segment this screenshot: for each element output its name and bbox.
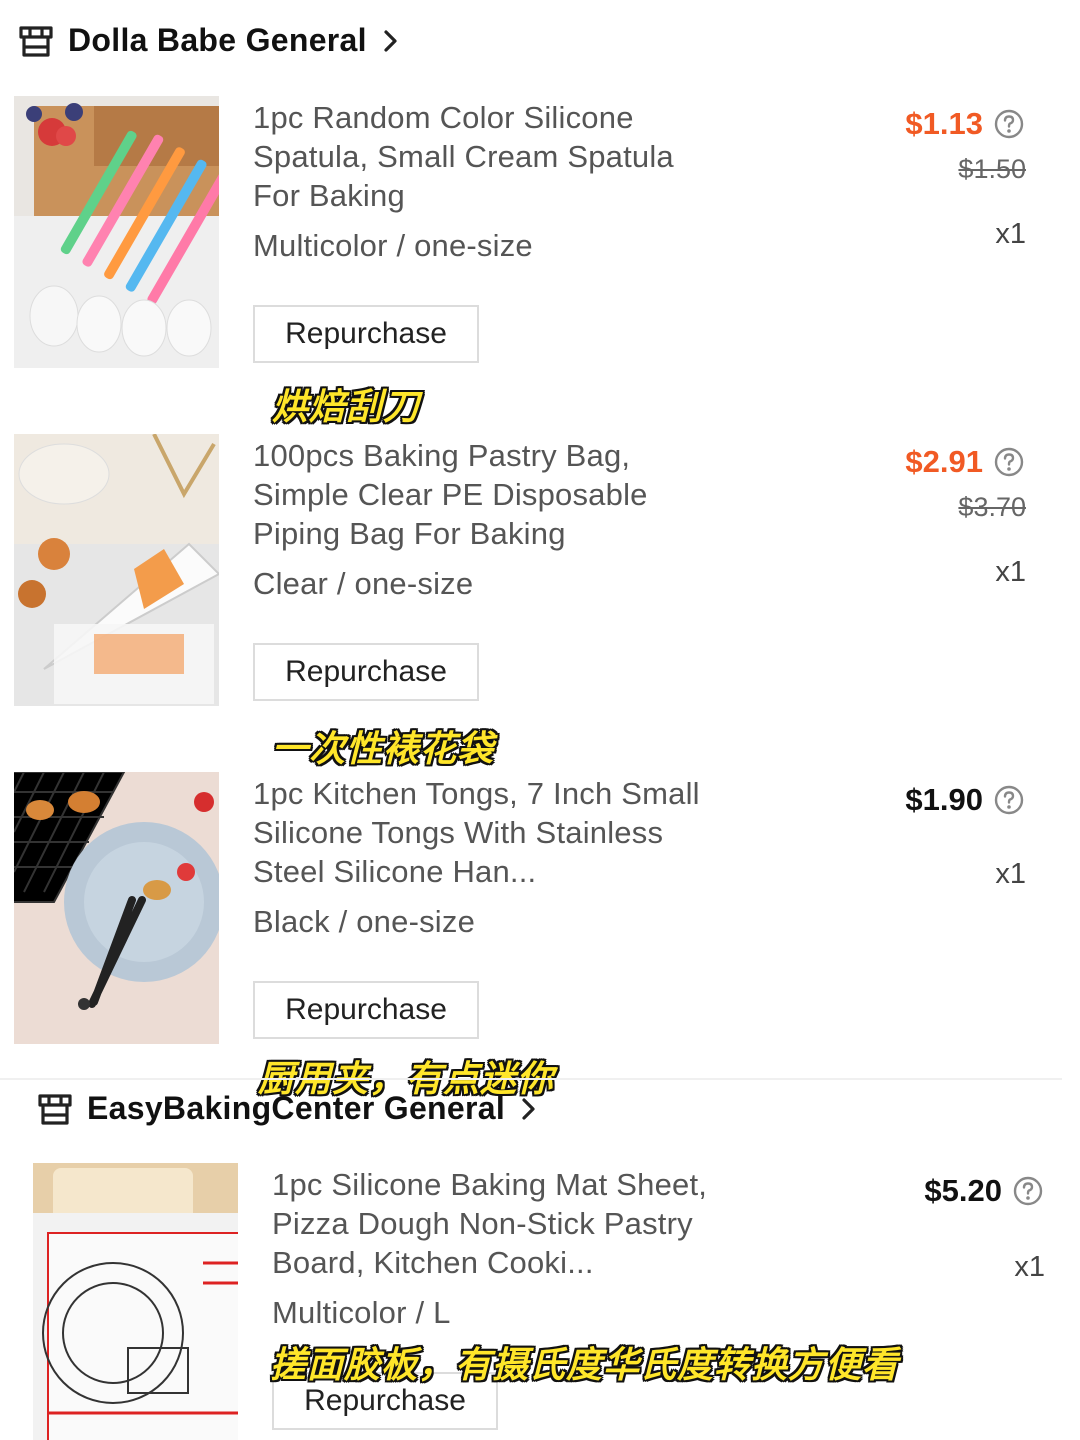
product-title[interactable]: 1pc Kitchen Tongs, 7 Inch Small Silicone… xyxy=(253,774,723,891)
sale-price: $1.13 xyxy=(905,106,983,141)
product-image-tongs[interactable] xyxy=(14,772,219,1044)
product-image-baking-mat[interactable] xyxy=(33,1163,238,1440)
caption-overlay: 一次性裱花袋 xyxy=(272,729,495,770)
chevron-right-icon xyxy=(381,27,401,55)
store-icon xyxy=(37,1091,73,1127)
price: $5.20 xyxy=(924,1173,1002,1208)
question-circle-icon[interactable] xyxy=(993,784,1025,816)
quantity: x1 xyxy=(995,858,1026,890)
product-image-spatula[interactable] xyxy=(14,96,219,368)
product-variant: Multicolor / one-size xyxy=(253,228,533,263)
product-title[interactable]: 1pc Random Color Silicone Spatula, Small… xyxy=(253,98,723,215)
quantity: x1 xyxy=(1014,1251,1045,1283)
price: $1.90 xyxy=(905,782,983,817)
product-image-piping-bag[interactable] xyxy=(14,434,219,706)
price-row: $1.90 xyxy=(905,782,1025,818)
product-variant: Black / one-size xyxy=(253,904,476,939)
price-row: $5.20 xyxy=(924,1173,1044,1209)
price-row: $1.13 xyxy=(905,106,1025,142)
question-circle-icon[interactable] xyxy=(993,108,1025,140)
store-header-easybakingcenter[interactable]: EasyBakingCenter General xyxy=(37,1090,539,1127)
caption-overlay: 搓面胶板，有摄氏度华氏度转换方便看 xyxy=(270,1345,900,1386)
quantity: x1 xyxy=(995,218,1026,250)
repurchase-button[interactable]: Repurchase xyxy=(253,981,479,1039)
product-title[interactable]: 1pc Silicone Baking Mat Sheet, Pizza Dou… xyxy=(272,1165,742,1282)
store-icon xyxy=(18,23,54,59)
price-row: $2.91 xyxy=(905,444,1025,480)
sale-price: $2.91 xyxy=(905,444,983,479)
section-divider xyxy=(0,1078,1062,1080)
store-header-dolla-babe[interactable]: Dolla Babe General xyxy=(18,22,401,59)
caption-overlay: 烘焙刮刀 xyxy=(272,387,421,428)
store-name: EasyBakingCenter General xyxy=(87,1090,506,1126)
chevron-right-icon xyxy=(519,1095,539,1123)
store-name: Dolla Babe General xyxy=(68,22,367,58)
question-circle-icon[interactable] xyxy=(993,446,1025,478)
original-price: $1.50 xyxy=(958,154,1026,184)
quantity: x1 xyxy=(995,556,1026,588)
product-title[interactable]: 100pcs Baking Pastry Bag, Simple Clear P… xyxy=(253,436,723,553)
product-variant: Multicolor / L xyxy=(272,1295,451,1330)
original-price: $3.70 xyxy=(958,492,1026,522)
product-variant: Clear / one-size xyxy=(253,566,474,601)
repurchase-button[interactable]: Repurchase xyxy=(253,643,479,701)
repurchase-button[interactable]: Repurchase xyxy=(253,305,479,363)
question-circle-icon[interactable] xyxy=(1012,1175,1044,1207)
